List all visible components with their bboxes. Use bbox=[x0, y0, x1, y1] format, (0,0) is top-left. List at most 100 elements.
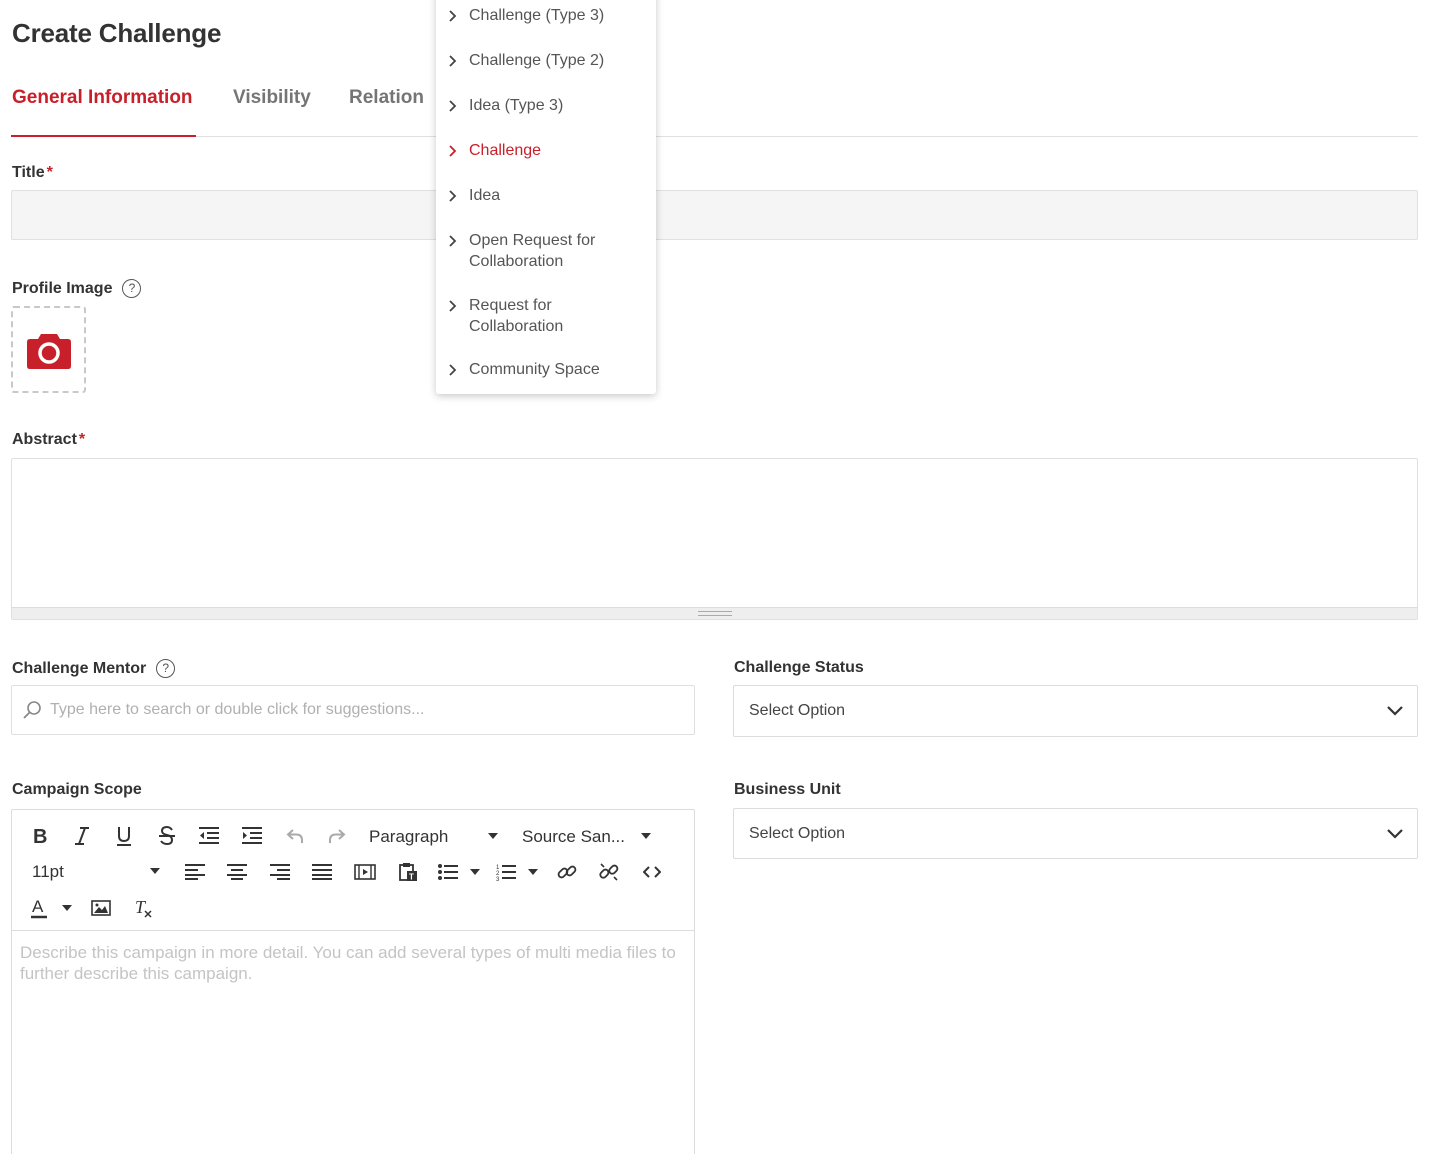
resize-bar bbox=[12, 607, 1417, 619]
dropdown-item-label: Idea (Type 3) bbox=[469, 97, 564, 114]
caret-down-icon[interactable] bbox=[468, 866, 482, 878]
abstract-label: Abstract * bbox=[12, 431, 85, 449]
chevron-right-icon bbox=[448, 364, 456, 376]
challenge-status-select[interactable]: Select Option bbox=[733, 685, 1418, 737]
dropdown-item-label: Request for Collaboration bbox=[469, 297, 564, 335]
dropdown-item-label: Challenge (Type 2) bbox=[469, 52, 605, 69]
chevron-right-icon bbox=[448, 300, 456, 312]
clear-formatting-icon[interactable]: T bbox=[131, 896, 155, 920]
abstract-textarea[interactable] bbox=[11, 458, 1418, 620]
dropdown-item-challenge-type-2[interactable]: Challenge (Type 2) bbox=[436, 50, 656, 71]
align-justify-icon[interactable] bbox=[310, 861, 334, 883]
dropdown-item-label: Community Space bbox=[469, 361, 600, 378]
redo-icon[interactable] bbox=[326, 825, 348, 847]
tab-general-information[interactable]: General Information bbox=[12, 87, 193, 109]
resize-handle[interactable] bbox=[698, 611, 732, 616]
caret-down-icon[interactable] bbox=[60, 902, 74, 914]
caret-down-icon[interactable] bbox=[639, 830, 653, 842]
align-right-icon[interactable] bbox=[268, 861, 292, 883]
underline-icon[interactable] bbox=[113, 825, 135, 847]
font-size-select[interactable]: 11pt bbox=[32, 862, 64, 882]
dropdown-item-label: Idea bbox=[469, 187, 501, 204]
chevron-down-icon bbox=[1387, 706, 1403, 716]
link-icon[interactable] bbox=[555, 861, 579, 883]
media-icon[interactable] bbox=[353, 861, 377, 883]
tab-visibility[interactable]: Visibility bbox=[233, 87, 311, 109]
mentor-label: Challenge Mentor? bbox=[12, 659, 176, 678]
camera-icon bbox=[26, 333, 71, 369]
dropdown-item-label: Challenge bbox=[469, 142, 542, 159]
editor-toolbar: B Paragraph Source San... 11pt T 1 2 3 A… bbox=[12, 810, 694, 931]
chevron-down-icon bbox=[1387, 828, 1403, 839]
caret-down-icon[interactable] bbox=[148, 865, 162, 877]
content-type-dropdown: Challenge (Type 3) Challenge (Type 2) Id… bbox=[436, 0, 656, 394]
editor-placeholder[interactable]: Describe this campaign in more detail. Y… bbox=[20, 942, 685, 984]
chevron-right-icon bbox=[448, 145, 456, 157]
indent-icon[interactable] bbox=[240, 825, 264, 847]
outdent-icon[interactable] bbox=[197, 825, 221, 847]
dropdown-item-label: Open Request for Collaboration bbox=[469, 232, 596, 270]
bold-icon[interactable]: B bbox=[29, 825, 51, 847]
dropdown-item-request-for-collaboration[interactable]: Request for Collaboration bbox=[436, 295, 656, 337]
dropdown-item-label: Challenge (Type 3) bbox=[469, 7, 605, 24]
search-icon bbox=[23, 701, 41, 719]
font-family-select[interactable]: Source San... bbox=[522, 827, 625, 847]
profile-image-upload[interactable] bbox=[11, 306, 86, 393]
dropdown-item-open-request-for-collaboration[interactable]: Open Request for Collaboration bbox=[436, 230, 656, 272]
abstract-label-text: Abstract bbox=[12, 431, 77, 448]
align-left-icon[interactable] bbox=[183, 861, 207, 883]
profile-image-label: Profile Image? bbox=[12, 279, 142, 298]
required-mark: * bbox=[46, 164, 53, 181]
paste-text-icon[interactable]: T bbox=[396, 861, 420, 883]
mentor-search-input[interactable] bbox=[50, 701, 694, 719]
status-label: Challenge Status bbox=[734, 659, 864, 676]
profile-image-label-text: Profile Image bbox=[12, 280, 113, 297]
mentor-search-field[interactable] bbox=[11, 685, 695, 735]
dropdown-item-idea-type-3[interactable]: Idea (Type 3) bbox=[436, 95, 656, 116]
mentor-label-text: Challenge Mentor bbox=[12, 660, 147, 677]
caret-down-icon[interactable] bbox=[486, 830, 500, 842]
source-code-icon[interactable] bbox=[640, 861, 664, 883]
strikethrough-icon[interactable] bbox=[156, 825, 178, 847]
block-format-select[interactable]: Paragraph bbox=[369, 827, 448, 847]
title-label-text: Title bbox=[12, 164, 45, 181]
campaign-scope-editor: B Paragraph Source San... 11pt T 1 2 3 A… bbox=[11, 809, 695, 1154]
svg-text:T: T bbox=[135, 898, 147, 917]
help-icon[interactable]: ? bbox=[122, 279, 142, 298]
page-title: Create Challenge bbox=[12, 18, 222, 48]
caret-down-icon[interactable] bbox=[526, 866, 540, 878]
italic-icon[interactable] bbox=[71, 825, 93, 847]
dropdown-item-challenge[interactable]: Challenge bbox=[436, 140, 656, 161]
business-unit-select[interactable]: Select Option bbox=[733, 808, 1418, 859]
image-icon[interactable] bbox=[89, 896, 113, 920]
chevron-right-icon bbox=[448, 10, 456, 22]
tab-relation[interactable]: Relation bbox=[349, 87, 424, 109]
undo-icon[interactable] bbox=[284, 825, 306, 847]
challenge-status-value: Select Option bbox=[749, 702, 846, 719]
dropdown-item-community-space[interactable]: Community Space bbox=[436, 359, 656, 380]
chevron-right-icon bbox=[448, 235, 456, 247]
chevron-right-icon bbox=[448, 100, 456, 112]
text-color-icon[interactable]: A bbox=[26, 896, 52, 920]
align-center-icon[interactable] bbox=[225, 861, 249, 883]
title-input[interactable] bbox=[11, 190, 1418, 240]
tab-bar: General Information Visibility Relation bbox=[11, 80, 1418, 137]
dropdown-item-idea[interactable]: Idea bbox=[436, 185, 656, 206]
svg-text:B: B bbox=[33, 827, 47, 845]
help-icon[interactable]: ? bbox=[156, 659, 176, 678]
active-tab-indicator bbox=[11, 135, 196, 137]
required-mark: * bbox=[78, 431, 86, 448]
bullet-list-icon[interactable] bbox=[436, 861, 460, 883]
svg-text:3: 3 bbox=[496, 877, 500, 881]
business-unit-value: Select Option bbox=[749, 824, 846, 842]
numbered-list-icon[interactable]: 123 bbox=[494, 861, 518, 883]
svg-text:T: T bbox=[409, 873, 414, 882]
title-label: Title * bbox=[12, 164, 53, 182]
chevron-right-icon bbox=[448, 55, 456, 67]
dropdown-item-challenge-type-3[interactable]: Challenge (Type 3) bbox=[436, 5, 656, 26]
unlink-icon[interactable] bbox=[597, 861, 621, 883]
svg-text:A: A bbox=[32, 897, 44, 916]
scope-label: Campaign Scope bbox=[12, 781, 142, 798]
chevron-right-icon bbox=[448, 190, 456, 202]
business-unit-label: Business Unit bbox=[734, 781, 841, 798]
